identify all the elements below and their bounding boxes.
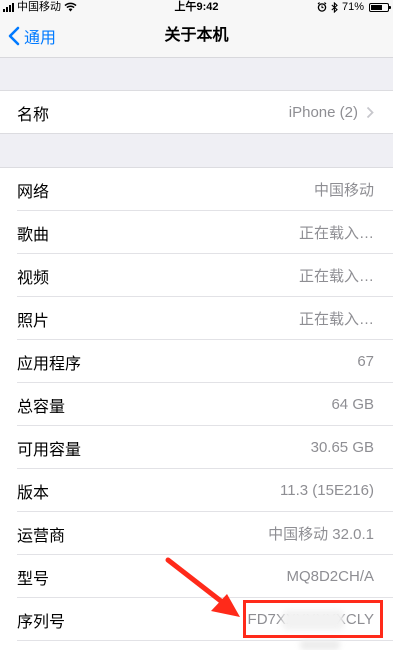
battery-icon [369,2,391,12]
row-value: 中国移动 [313,182,374,199]
battery-level [371,4,382,10]
row-label: 视频 [17,269,50,287]
info-row: 网络 中国移动 [0,168,393,211]
row-value: 正在载入… [298,225,374,242]
info-row: 总容量 64 GB [0,383,393,426]
redaction-blur [282,610,344,630]
back-button-label: 通用 [24,30,57,47]
row-label: 运营商 [17,527,66,545]
info-row: 版本 11.3 (15E216) [0,469,393,512]
back-button[interactable]: 通用 [8,14,56,58]
status-bar: 中国移动 上午9:42 71% [0,0,393,14]
row-label: 网络 [17,183,50,201]
row-label: 歌曲 [17,226,50,244]
row-label: 照片 [17,312,50,330]
navigation-bar: 通用 关于本机 [0,14,393,58]
status-right: 71% [317,0,391,14]
battery-percent: 71% [341,1,364,13]
info-row: 视频 正在载入… [0,254,393,297]
name-group: 名称 iPhone (2) [0,90,393,134]
bluetooth-icon [331,1,338,13]
info-row: 型号 MQ8D2CH/A [0,555,393,598]
info-row: 运营商 中国移动 32.0.1 [0,512,393,555]
row-label: 名称 [17,106,50,124]
row-label: 应用程序 [17,355,82,373]
row-value: 正在载入… [298,268,374,285]
row-label: 版本 [17,484,50,502]
row-value: 64 GB [331,396,374,413]
row-value: iPhone (2) [288,104,358,121]
info-row: 照片 正在载入… [0,297,393,340]
info-row: 可用容量 30.65 GB [0,426,393,469]
info-row: 歌曲 正在载入… [0,211,393,254]
row-label: 总容量 [17,398,66,416]
row-label: 可用容量 [17,441,82,459]
row-label: 序列号 [17,613,66,631]
row-value: 中国移动 32.0.1 [268,526,374,543]
info-row: 应用程序 67 [0,340,393,383]
chevron-right-icon [366,106,374,119]
row-value: 67 [357,353,374,370]
alarm-icon [317,2,327,12]
row-value: 正在载入… [298,311,374,328]
row-value: 30.65 GB [310,439,374,456]
row-label: 型号 [17,570,50,588]
name-row[interactable]: 名称 iPhone (2) [0,91,393,134]
page-title: 关于本机 [164,27,229,44]
info-group: 网络 中国移动 歌曲 正在载入… 视频 正在载入… 照片 正在载入… 应用程序 … [0,167,393,650]
row-value: 11.3 (15E216) [280,482,374,499]
chevron-left-icon [8,26,20,46]
redaction-blur [300,640,340,650]
row-value: MQ8D2CH/A [286,568,374,585]
